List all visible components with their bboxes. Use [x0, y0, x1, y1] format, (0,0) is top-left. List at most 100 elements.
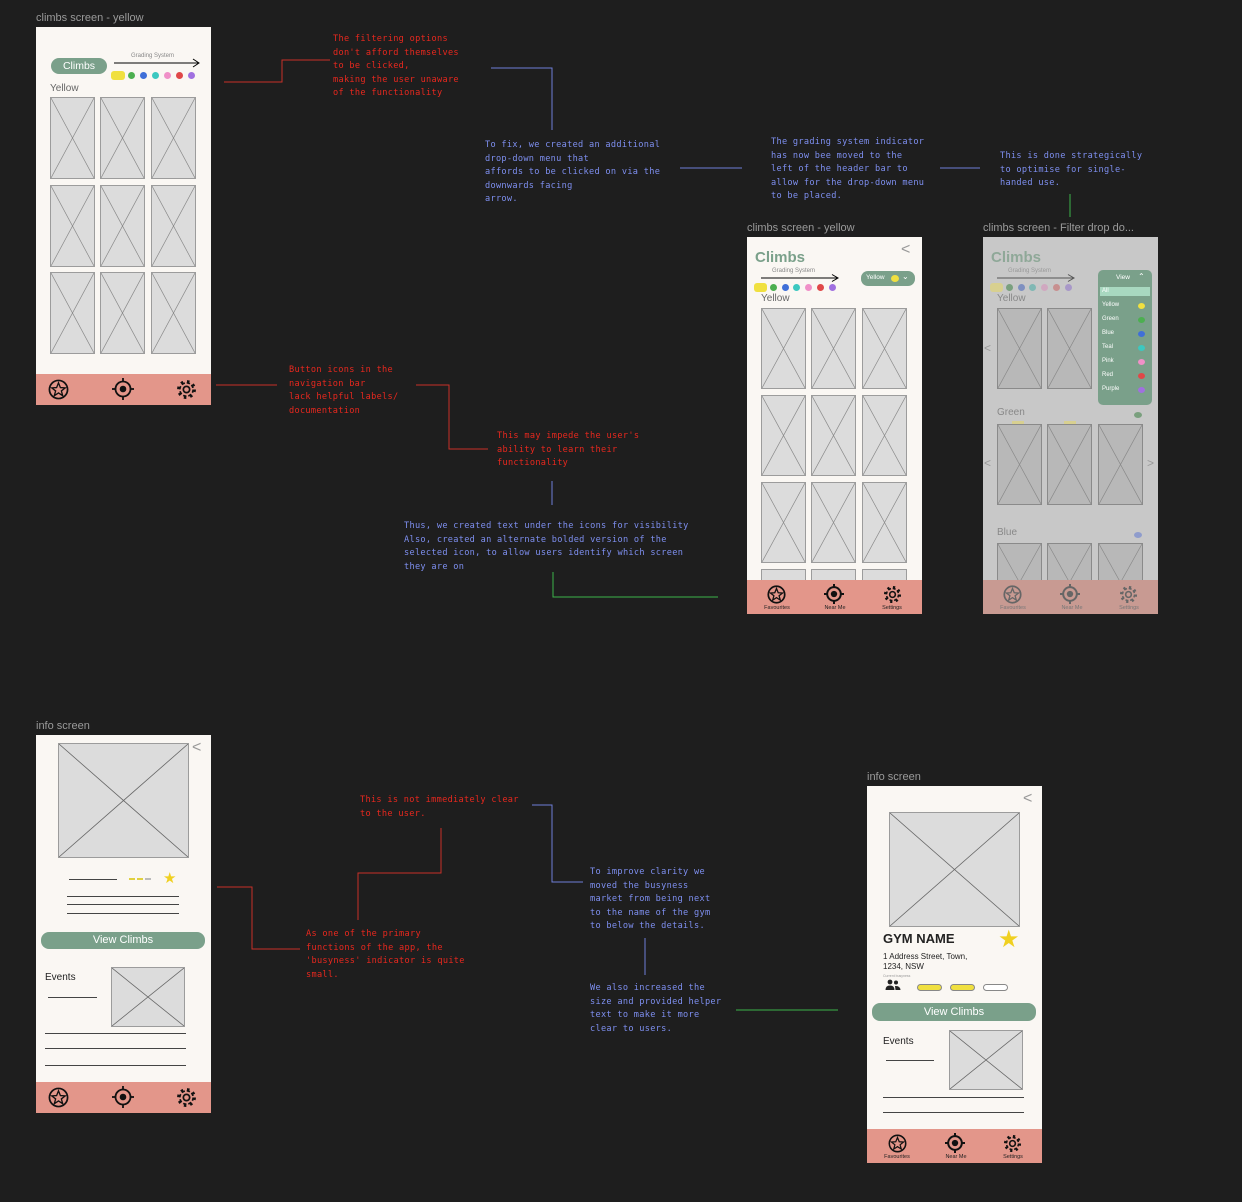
grade-teal-dot[interactable] — [152, 72, 159, 79]
climb-thumbnail — [1098, 424, 1143, 505]
climb-thumbnail[interactable] — [811, 395, 856, 476]
chevron-left-icon[interactable]: < — [1023, 790, 1032, 808]
gear-icon[interactable] — [1003, 1134, 1022, 1153]
climb-thumbnail[interactable] — [862, 395, 907, 476]
climb-thumbnail[interactable] — [761, 482, 806, 563]
dropdown-item-teal[interactable]: Teal — [1102, 344, 1113, 350]
annotation-note-not-clear: This is not immediately clear to the use… — [360, 795, 519, 819]
section-title: Yellow — [761, 293, 790, 304]
target-icon[interactable] — [945, 1133, 965, 1153]
frame-label: info screen — [867, 771, 921, 783]
star-icon[interactable] — [767, 585, 786, 604]
grade-blue-dot[interactable] — [140, 72, 147, 79]
star-icon[interactable] — [888, 1134, 907, 1153]
dropdown-item-blue[interactable]: Blue — [1102, 330, 1114, 336]
chevron-left-icon[interactable]: < — [192, 739, 201, 757]
star-icon[interactable] — [48, 379, 69, 400]
frame-label: climbs screen - Filter drop do... — [983, 222, 1134, 234]
text-placeholder — [67, 904, 179, 905]
view-climbs-button[interactable]: View Climbs — [872, 1003, 1036, 1021]
climbs-filter-pill[interactable]: Climbs — [51, 58, 107, 74]
section-title: Blue — [997, 527, 1018, 538]
annotation-note-learnability: This may impede the user's ability to le… — [497, 431, 640, 468]
climb-thumbnail[interactable] — [761, 308, 806, 389]
climb-thumbnail[interactable] — [761, 395, 806, 476]
grade-green-dot — [1134, 412, 1142, 418]
target-icon[interactable] — [112, 378, 134, 400]
climb-thumbnail[interactable] — [100, 185, 145, 267]
nav-label-favourites: Favourites — [884, 1154, 910, 1160]
grade-yellow-selected[interactable] — [754, 283, 767, 292]
grade-yellow-selected[interactable] — [111, 71, 125, 80]
event-thumbnail[interactable] — [111, 967, 185, 1027]
climb-thumbnail[interactable] — [50, 97, 95, 179]
frame-label: info screen — [36, 720, 90, 732]
chevron-right-icon: > — [1147, 456, 1155, 470]
climb-thumbnail — [1047, 308, 1092, 389]
nav-label-near-me: Near Me — [1061, 605, 1083, 611]
grade-red-dot[interactable] — [817, 284, 824, 291]
text-placeholder — [886, 1060, 934, 1061]
grade-red-dot[interactable] — [176, 72, 183, 79]
climb-thumbnail[interactable] — [100, 97, 145, 179]
event-thumbnail[interactable] — [949, 1030, 1023, 1090]
dropdown-header: View — [1116, 274, 1130, 281]
chevron-left-icon[interactable]: < — [901, 241, 910, 259]
gym-name-placeholder — [69, 879, 117, 880]
grade-teal-dot[interactable] — [793, 284, 800, 291]
climb-thumbnail[interactable] — [151, 97, 196, 179]
grade-green-dot — [1006, 284, 1013, 291]
gear-icon[interactable] — [176, 379, 197, 400]
nav-label-near-me: Near Me — [945, 1154, 967, 1160]
star-icon[interactable]: ★ — [998, 926, 1020, 954]
grade-teal-dot — [1029, 284, 1036, 291]
climb-thumbnail[interactable] — [100, 272, 145, 354]
annotation-note-grading-moved: The grading system indicator has now bee… — [771, 137, 925, 201]
text-placeholder — [48, 997, 97, 998]
star-icon — [1003, 585, 1022, 604]
annotation-note-busyness-moved: To improve clarity we moved the busyness… — [590, 867, 711, 931]
frame-label: climbs screen - yellow — [747, 222, 855, 234]
people-icon — [885, 979, 901, 990]
grade-dropdown[interactable]: Yellow ⌄ — [861, 271, 915, 286]
bottom-nav-bar — [36, 374, 211, 405]
grade-purple-dot[interactable] — [188, 72, 195, 79]
climb-thumbnail[interactable] — [811, 308, 856, 389]
climb-thumbnail[interactable] — [862, 308, 907, 389]
climbs-screen-filter-dropdown-frame: Climbs Grading System Yellow < Green < >… — [983, 237, 1158, 614]
gear-icon[interactable] — [176, 1087, 197, 1108]
grade-green-dot[interactable] — [128, 72, 135, 79]
gear-icon[interactable] — [883, 585, 902, 604]
dropdown-value: Yellow — [866, 274, 885, 281]
climb-thumbnail[interactable] — [862, 482, 907, 563]
nav-label-favourites: Favourites — [764, 605, 790, 611]
climb-thumbnail — [997, 308, 1042, 389]
climb-thumbnail[interactable] — [151, 185, 196, 267]
dropdown-item-pink[interactable]: Pink — [1102, 358, 1114, 364]
dropdown-item-red[interactable]: Red — [1102, 372, 1113, 378]
grade-blue-dot — [1018, 284, 1025, 291]
info-screen-frame: < ★ View Climbs Events — [36, 735, 211, 1113]
target-icon[interactable] — [824, 584, 844, 604]
grade-green-dot[interactable] — [770, 284, 777, 291]
dropdown-item-purple[interactable]: Purple — [1102, 386, 1119, 392]
target-icon[interactable] — [112, 1086, 134, 1108]
grade-purple-dot[interactable] — [829, 284, 836, 291]
target-icon — [1060, 584, 1080, 604]
star-icon[interactable] — [48, 1087, 69, 1108]
filter-dropdown-menu[interactable]: View ⌃ All Yellow Green Blue Teal Pink R… — [1098, 270, 1152, 405]
grade-blue-dot[interactable] — [782, 284, 789, 291]
grade-pink-dot[interactable] — [164, 72, 171, 79]
climb-thumbnail[interactable] — [50, 185, 95, 267]
dropdown-item-green[interactable]: Green — [1102, 316, 1119, 322]
climb-thumbnail[interactable] — [811, 482, 856, 563]
grade-pink-dot[interactable] — [805, 284, 812, 291]
view-climbs-button[interactable]: View Climbs — [41, 932, 205, 949]
climb-thumbnail[interactable] — [151, 272, 196, 354]
dropdown-item-yellow[interactable]: Yellow — [1102, 302, 1119, 308]
star-icon[interactable]: ★ — [163, 869, 176, 887]
climb-thumbnail[interactable] — [50, 272, 95, 354]
chevron-up-icon[interactable]: ⌃ — [1138, 272, 1145, 281]
dropdown-item-all[interactable]: All — [1102, 288, 1109, 294]
nav-label-settings: Settings — [1119, 605, 1139, 611]
